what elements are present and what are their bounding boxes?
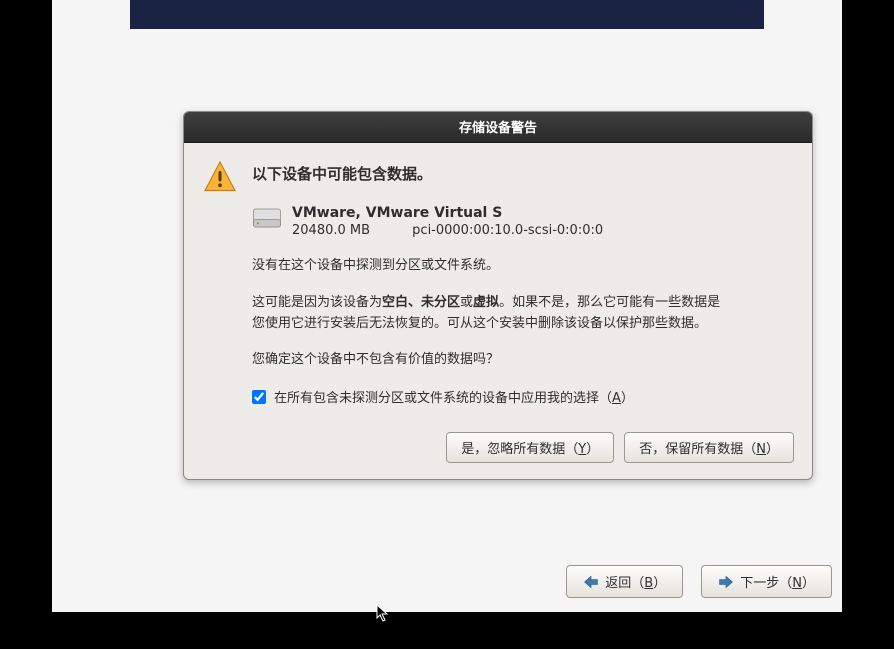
apply-to-all-checkbox-row[interactable]: 在所有包含未探测分区或文件系统的设备中应用我的选择（A） — [252, 387, 794, 406]
para-explanation: 这可能是因为该设备为空白、未分区或虚拟。如果不是，那么它可能有一些数据是您使用它… — [252, 293, 722, 335]
dialog-button-row: 是，忽略所有数据（Y） 否，保留所有数据（N） — [252, 432, 794, 463]
storage-warning-dialog: 存储设备警告 以下设备中可能包含数据。 — [183, 111, 813, 480]
top-banner — [130, 0, 764, 29]
apply-to-all-checkbox[interactable] — [252, 390, 266, 404]
dialog-content: VMware, VMware Virtual S 20480.0 MB pci-… — [252, 205, 794, 463]
dialog-title: 存储设备警告 — [184, 112, 812, 143]
no-keep-button[interactable]: 否，保留所有数据（N） — [624, 432, 794, 463]
yes-discard-button[interactable]: 是，忽略所有数据（Y） — [446, 432, 614, 463]
next-button[interactable]: 下一步（N） — [701, 565, 832, 598]
para-confirm: 您确定这个设备中不包含有价值的数据吗？ — [252, 350, 722, 371]
dialog-body: 以下设备中可能包含数据。 VMware, VMware Virtual S — [184, 143, 812, 479]
arrow-left-icon — [583, 575, 599, 589]
hdd-icon — [252, 205, 282, 229]
cursor-icon — [376, 604, 390, 622]
device-path: pci-0000:00:10.0-scsi-0:0:0:0 — [412, 223, 603, 238]
dialog-header-row: 以下设备中可能包含数据。 — [202, 159, 794, 195]
device-info: VMware, VMware Virtual S 20480.0 MB pci-… — [292, 205, 603, 238]
device-name: VMware, VMware Virtual S — [292, 205, 603, 221]
checkbox-label: 在所有包含未探测分区或文件系统的设备中应用我的选择（A） — [274, 387, 634, 406]
para-no-partition: 没有在这个设备中探测到分区或文件系统。 — [252, 256, 722, 277]
installer-background: 存储设备警告 以下设备中可能包含数据。 — [52, 0, 842, 612]
device-row: VMware, VMware Virtual S 20480.0 MB pci-… — [252, 205, 794, 238]
back-button[interactable]: 返回（B） — [566, 565, 683, 598]
warning-icon — [202, 159, 238, 195]
arrow-right-icon — [718, 575, 734, 589]
dialog-heading: 以下设备中可能包含数据。 — [252, 159, 432, 184]
device-meta: 20480.0 MB pci-0000:00:10.0-scsi-0:0:0:0 — [292, 223, 603, 238]
device-size: 20480.0 MB — [292, 223, 370, 238]
nav-button-row: 返回（B） 下一步（N） — [566, 565, 832, 598]
